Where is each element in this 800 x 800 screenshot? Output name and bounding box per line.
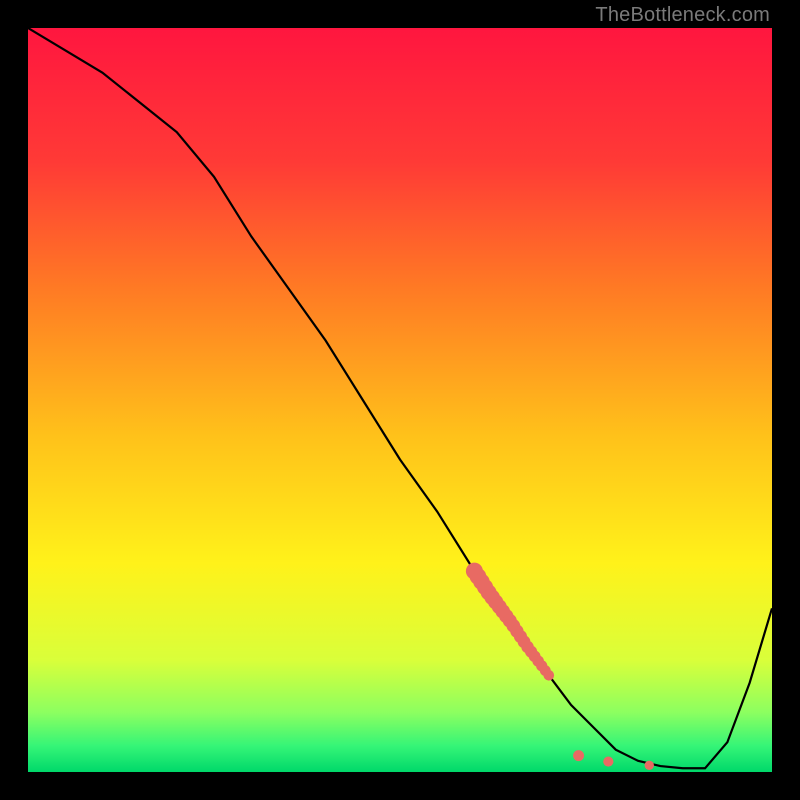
- chart-frame: [28, 28, 772, 772]
- gradient-background: [28, 28, 772, 772]
- marker-dot: [544, 670, 555, 681]
- marker-dot: [573, 750, 584, 761]
- watermark-text: TheBottleneck.com: [595, 4, 770, 27]
- bottleneck-chart: [28, 28, 772, 772]
- marker-dot: [603, 756, 613, 766]
- marker-dot: [645, 761, 654, 770]
